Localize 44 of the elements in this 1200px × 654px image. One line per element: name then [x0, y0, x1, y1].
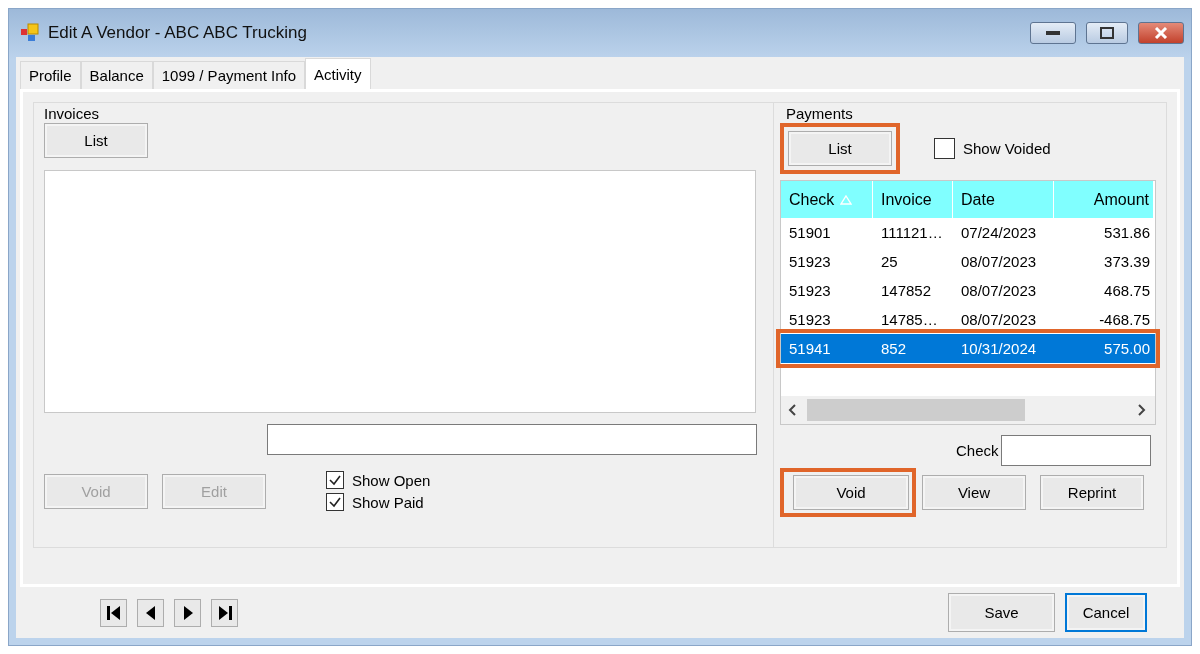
action-button[interactable]: View — [922, 475, 1026, 510]
checkbox[interactable] — [934, 138, 955, 159]
maximize-icon — [1100, 27, 1114, 39]
action-button[interactable]: Reprint — [1040, 475, 1144, 510]
check-mark-icon — [328, 473, 342, 487]
table-row[interactable]: 51901 111121… 07/24/2023 531.86 — [781, 218, 1155, 247]
nav-button[interactable] — [211, 598, 238, 627]
table-row[interactable]: 51923 25 08/07/2023 373.39 — [781, 247, 1155, 276]
checkbox-label: Show Voided — [963, 140, 1051, 157]
column-header[interactable]: Date — [953, 181, 1054, 218]
checkbox-label: Show Paid — [352, 493, 424, 511]
maximize-button[interactable] — [1086, 22, 1128, 44]
tab[interactable]: Activity — [305, 58, 371, 89]
input-field[interactable] — [267, 424, 757, 455]
checkbox[interactable] — [326, 493, 344, 511]
input-field[interactable] — [1000, 435, 1151, 466]
checkbox-label: Show Open — [352, 471, 431, 489]
list-button[interactable]: List — [44, 123, 148, 158]
action-button[interactable]: Void — [793, 475, 909, 510]
column-header[interactable]: Invoice — [873, 181, 953, 218]
tab[interactable]: Balance — [80, 61, 153, 89]
scrollbar-thumb[interactable] — [807, 399, 1025, 421]
list-button[interactable]: List — [788, 131, 892, 166]
nav-button[interactable] — [174, 598, 201, 627]
check-mark-icon — [328, 495, 342, 509]
check-label: Check — [956, 442, 999, 459]
close-button[interactable] — [1138, 22, 1184, 44]
minimize-icon — [1046, 30, 1060, 36]
nav-button[interactable] — [100, 598, 127, 627]
dialog-button[interactable]: Cancel — [1065, 593, 1147, 632]
column-header[interactable]: Amount — [1054, 181, 1154, 218]
first-record-icon — [104, 603, 123, 622]
dialog-button[interactable]: Save — [948, 593, 1055, 632]
table-row[interactable]: 51923 147852 08/07/2023 468.75 — [781, 276, 1155, 305]
tab[interactable]: Profile — [20, 61, 81, 89]
checkbox[interactable] — [326, 471, 344, 489]
column-header[interactable]: Check — [781, 181, 873, 218]
table-row[interactable]: 51923 14785… 08/07/2023 -468.75 — [781, 305, 1155, 334]
nav-button[interactable] — [137, 598, 164, 627]
window-title: Edit A Vendor - ABC ABC Trucking — [48, 23, 308, 43]
minimize-button[interactable] — [1030, 22, 1076, 44]
close-icon — [1154, 27, 1168, 39]
app-icon — [20, 23, 40, 43]
tab[interactable]: 1099 / Payment Info — [152, 61, 305, 89]
